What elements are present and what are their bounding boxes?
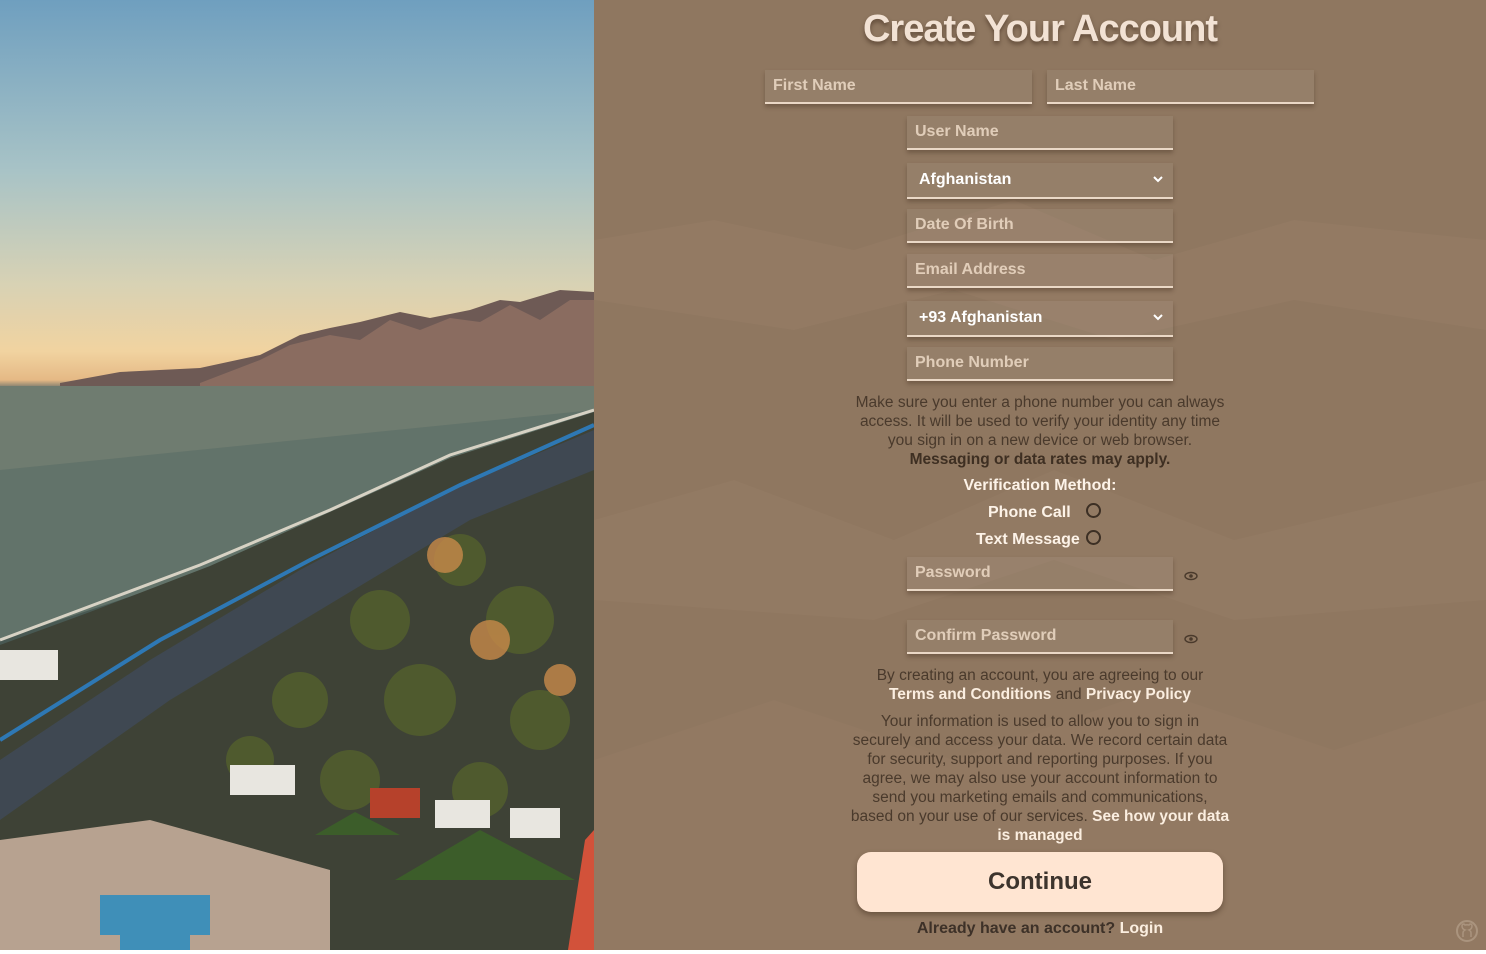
username-field[interactable]	[907, 116, 1173, 150]
hero-photo	[0, 0, 594, 950]
eye-icon[interactable]	[1184, 632, 1198, 644]
first-name-input[interactable]	[765, 70, 1032, 102]
verification-text-message-radio[interactable]	[1086, 530, 1101, 545]
last-name-input[interactable]	[1047, 70, 1314, 102]
email-field[interactable]	[907, 254, 1173, 288]
phone-note: Make sure you enter a phone number you c…	[850, 393, 1230, 469]
terms-note: By creating an account, you are agreeing…	[850, 666, 1230, 704]
github-icon[interactable]	[1456, 920, 1478, 942]
verification-option-phone-call-label: Phone Call	[988, 504, 1071, 521]
confirm-password-input[interactable]	[907, 620, 1173, 652]
chevron-down-icon	[1153, 174, 1163, 186]
last-name-field[interactable]	[1047, 70, 1314, 104]
data-note: Your information is used to allow you to…	[850, 712, 1230, 845]
password-input[interactable]	[907, 557, 1173, 589]
dob-input[interactable]	[907, 209, 1173, 241]
phone-note-bold: Messaging or data rates may apply.	[909, 451, 1171, 468]
dob-field[interactable]	[907, 209, 1173, 243]
eye-icon[interactable]	[1184, 569, 1198, 581]
username-input[interactable]	[907, 116, 1173, 148]
email-input[interactable]	[907, 254, 1173, 286]
page-title: Create Your Account	[862, 8, 1218, 50]
signup-panel: Create Your Account Afghanistan +93 Afgh…	[594, 0, 1486, 950]
terms-prefix: By creating an account, you are agreeing…	[876, 667, 1204, 684]
verification-title: Verification Method:	[963, 477, 1117, 494]
phone-code-value: +93 Afghanistan	[919, 309, 1043, 326]
country-select-value: Afghanistan	[919, 171, 1012, 188]
login-prompt: Already have an account?	[916, 920, 1116, 937]
chevron-down-icon	[1153, 312, 1163, 324]
phone-field[interactable]	[907, 347, 1173, 381]
terms-and: and	[1055, 686, 1082, 703]
verification-phone-call-radio[interactable]	[1086, 503, 1101, 518]
first-name-field[interactable]	[765, 70, 1032, 104]
continue-button[interactable]: Continue	[857, 852, 1223, 912]
signup-page: Create Your Account Afghanistan +93 Afgh…	[0, 0, 1486, 954]
login-link[interactable]: Login	[1120, 920, 1164, 937]
phone-note-text: Make sure you enter a phone number you c…	[855, 394, 1225, 449]
confirm-password-field[interactable]	[907, 620, 1173, 654]
bottom-strip	[0, 950, 1486, 954]
password-field[interactable]	[907, 557, 1173, 591]
login-line: Already have an account? Login	[594, 920, 1486, 938]
terms-link[interactable]: Terms and Conditions	[889, 686, 1051, 703]
phone-code-select[interactable]: +93 Afghanistan	[907, 301, 1173, 337]
country-select[interactable]: Afghanistan	[907, 163, 1173, 199]
phone-input[interactable]	[907, 347, 1173, 379]
privacy-link[interactable]: Privacy Policy	[1086, 686, 1191, 703]
verification-option-text-message-label: Text Message	[976, 531, 1080, 548]
